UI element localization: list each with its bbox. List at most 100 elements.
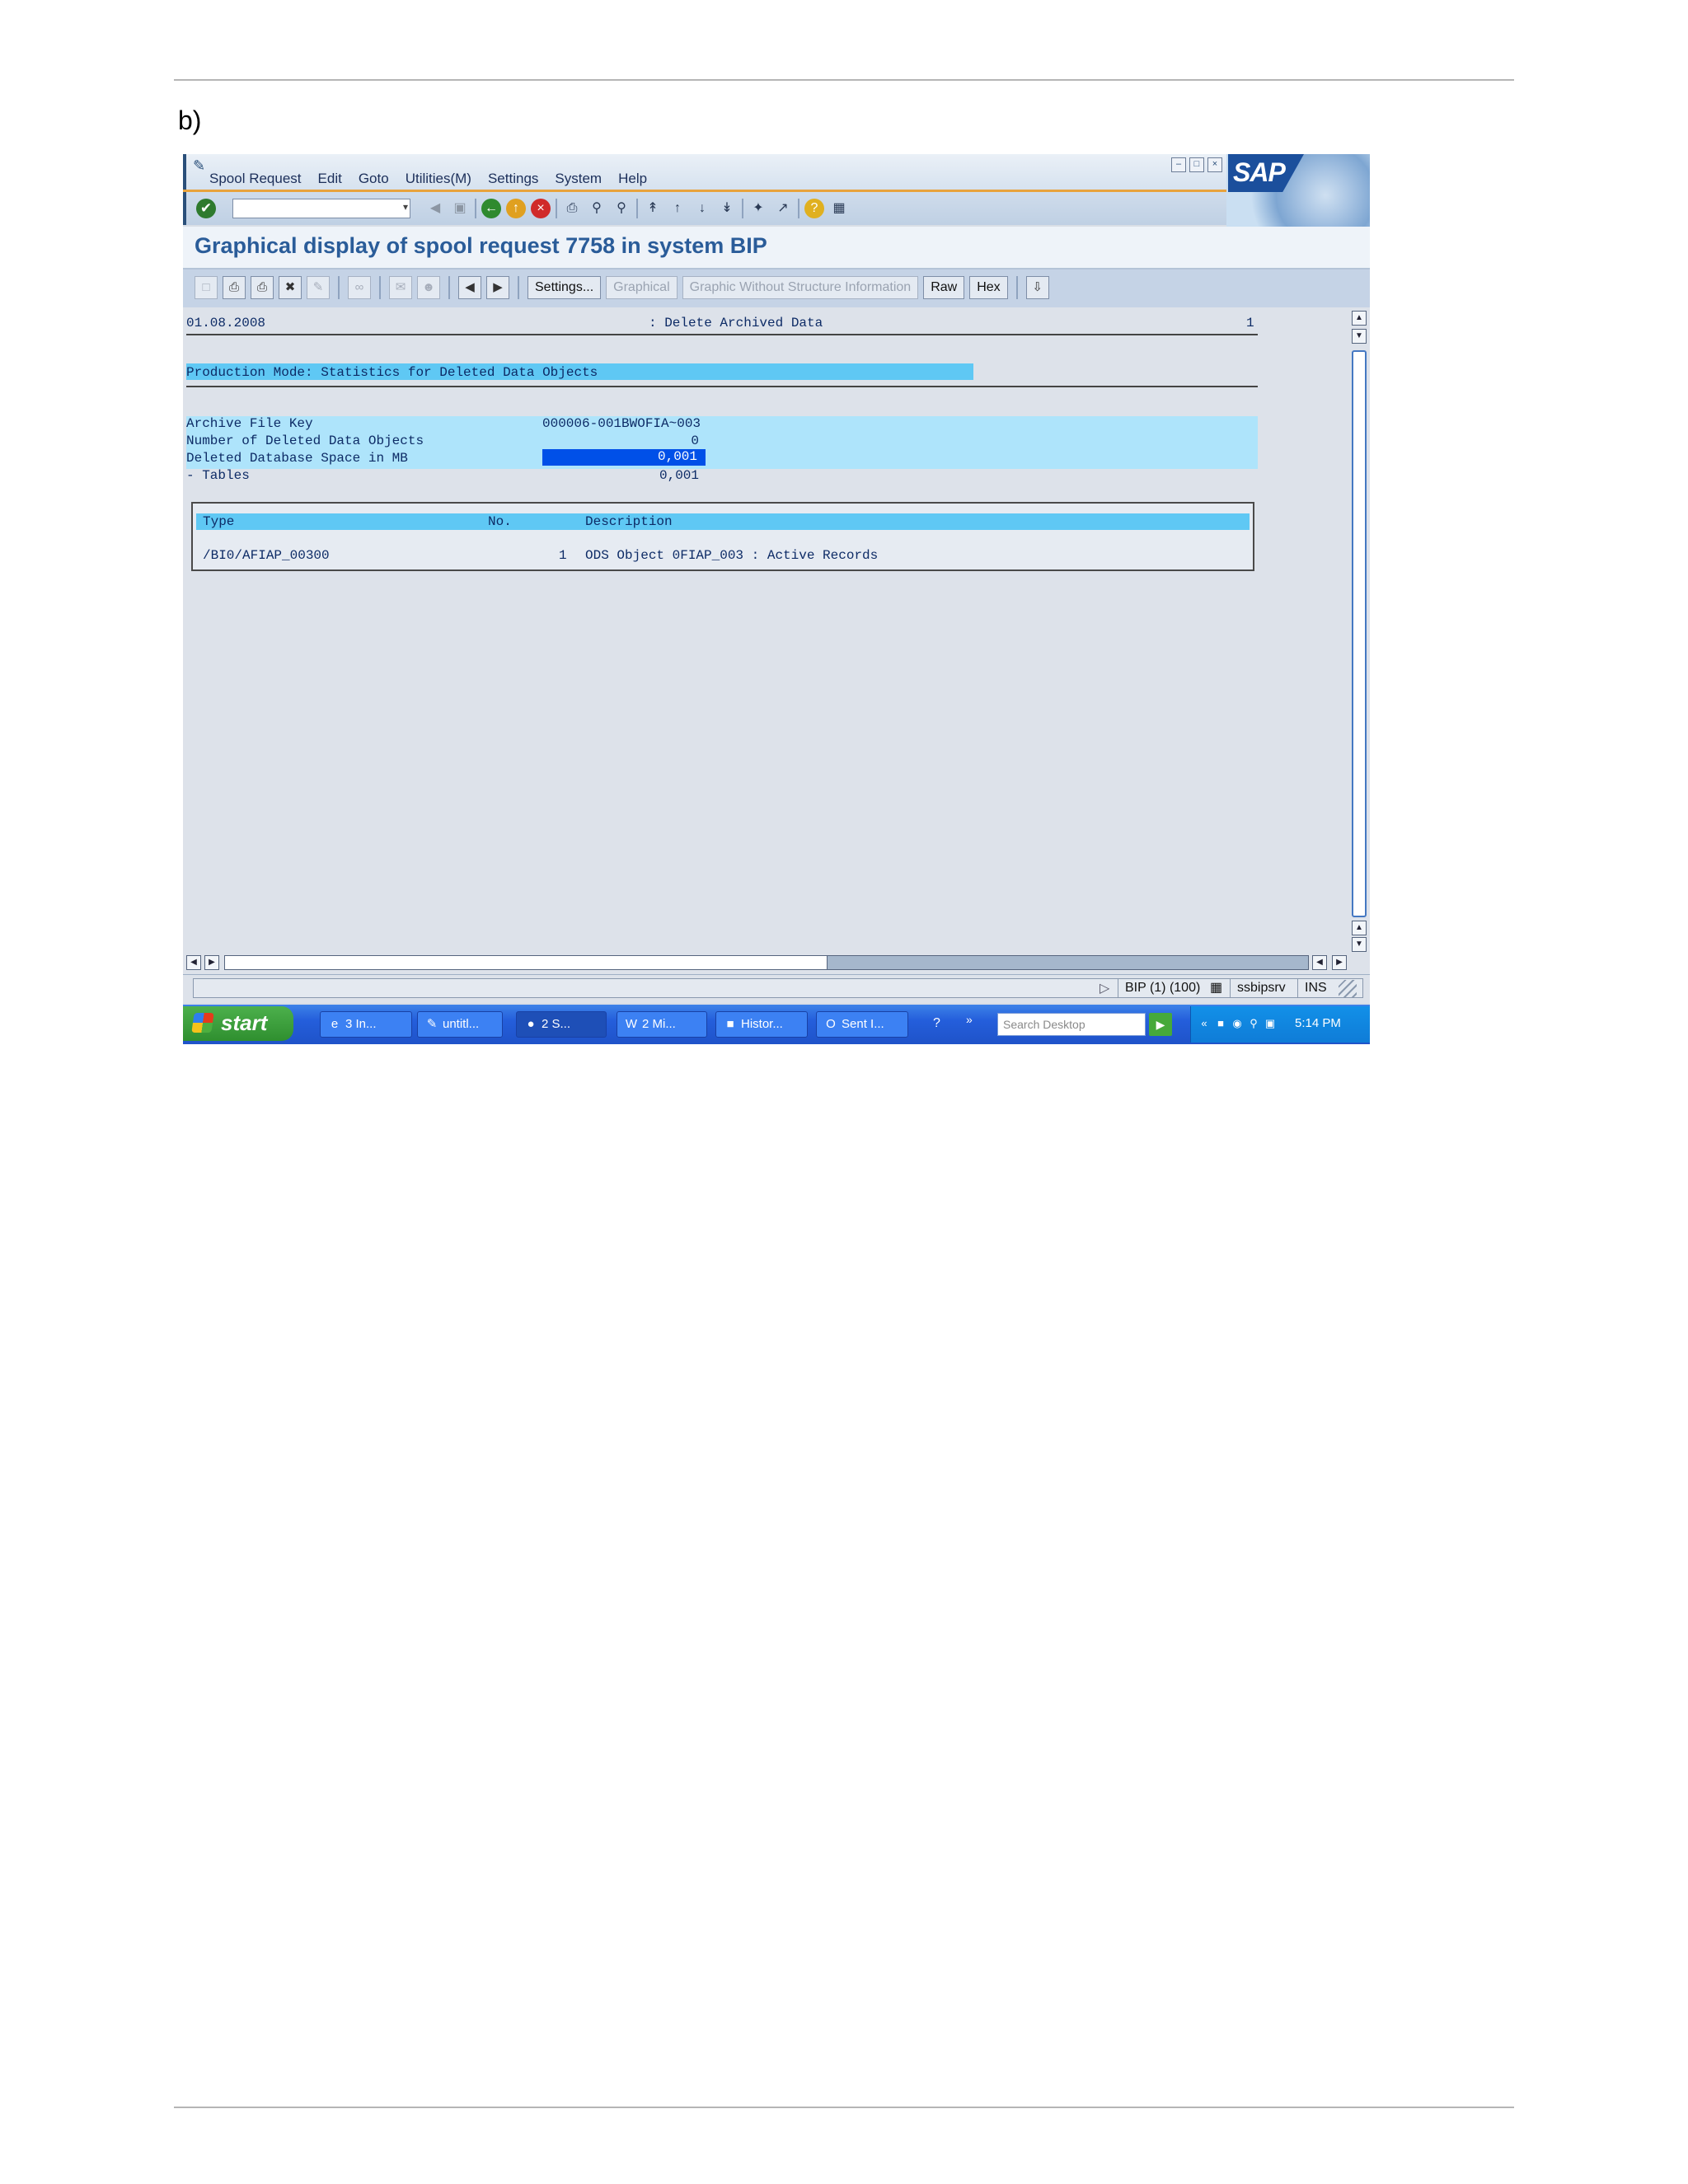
menu-spool-request[interactable]: Spool Request: [209, 171, 302, 187]
tray-search-icon[interactable]: ⚲: [1247, 1016, 1260, 1031]
display-options-icon[interactable]: ∞: [348, 276, 371, 299]
status-mode: INS: [1297, 978, 1327, 998]
delete-icon[interactable]: ✖: [279, 276, 302, 299]
quicklaunch-chevron-icon[interactable]: »: [966, 1013, 973, 1026]
graphic-without-structure-button[interactable]: Graphic Without Structure Information: [682, 276, 919, 299]
taskbar-item[interactable]: ✎ untitl...: [417, 1011, 503, 1038]
print-icon[interactable]: ⎙: [562, 199, 582, 218]
toolbar-separator: [518, 276, 519, 299]
raw-button[interactable]: Raw: [923, 276, 965, 299]
scroll-right-end-icon[interactable]: ▶: [1332, 955, 1347, 970]
toolbar-separator: [338, 276, 340, 299]
first-page-icon[interactable]: ↟: [643, 199, 663, 218]
print-directly-icon[interactable]: ⎙: [223, 276, 246, 299]
scroll-down-icon[interactable]: ▲: [1352, 921, 1367, 935]
scroll-top-icon[interactable]: ▲: [1352, 311, 1367, 326]
column-header-no: No.: [488, 514, 512, 529]
prev-arrow-icon[interactable]: ◀: [425, 199, 445, 218]
taskbar-item-label: 3 In...: [345, 1017, 377, 1031]
toolbar-separator: [556, 199, 557, 218]
display-icon[interactable]: □: [195, 276, 218, 299]
status-expand-icon[interactable]: ▷: [1100, 980, 1109, 996]
graphical-button[interactable]: Graphical: [606, 276, 678, 299]
settings-button[interactable]: Settings...: [528, 276, 602, 299]
stat-value: 0,001: [659, 468, 699, 483]
taskbar-item-label: 2 Mi...: [642, 1017, 676, 1031]
help-tray-icon[interactable]: ?: [933, 1016, 940, 1031]
menu-system[interactable]: System: [555, 171, 602, 187]
tray-monitor-icon[interactable]: ▣: [1264, 1016, 1277, 1031]
sap-logo-text: SAP: [1233, 157, 1286, 187]
start-button[interactable]: start: [183, 1006, 293, 1041]
next-page-icon[interactable]: ↓: [692, 199, 712, 218]
taskbar-item[interactable]: ● 2 S...: [516, 1011, 607, 1038]
spool-attributes-icon[interactable]: ✎: [307, 276, 330, 299]
previous-page-icon[interactable]: ↑: [668, 199, 687, 218]
command-field[interactable]: ▾: [232, 199, 410, 218]
search-desktop-input[interactable]: Search Desktop: [997, 1013, 1146, 1036]
maximize-icon[interactable]: □: [1189, 157, 1204, 172]
previous-icon[interactable]: ◀: [458, 276, 481, 299]
taskbar-item[interactable]: O Sent I...: [816, 1011, 908, 1038]
taskbar-item[interactable]: ■ Histor...: [715, 1011, 808, 1038]
last-page-icon[interactable]: ↡: [717, 199, 737, 218]
tray-chevron-icon[interactable]: «: [1198, 1016, 1211, 1031]
enter-check-icon[interactable]: ✔: [196, 199, 216, 218]
find-icon[interactable]: ⚲: [587, 199, 607, 218]
menu-bar: ✎ Spool Request Edit Goto Utilities(M) S…: [183, 154, 1370, 190]
menu-help[interactable]: Help: [618, 171, 647, 187]
taskbar-item-label: Sent I...: [842, 1017, 884, 1031]
tray-icons: « ■ ◉ ⚲ ▣: [1198, 1016, 1277, 1031]
toolbar-separator: [475, 199, 476, 218]
status-server: ssbipsrv: [1230, 978, 1286, 998]
column-header-description: Description: [585, 514, 673, 529]
selected-stat-value[interactable]: 0,001: [542, 449, 706, 466]
find-next-icon[interactable]: ⚲: [612, 199, 631, 218]
menu-utilities[interactable]: Utilities(M): [406, 171, 471, 187]
send-icon[interactable]: ✉: [389, 276, 412, 299]
deleted-objects-table: Type No. Description /BI0/AFIAP_00300 1 …: [191, 502, 1254, 571]
print-with-changes-icon[interactable]: ⎙: [251, 276, 274, 299]
scroll-left-end-icon[interactable]: ◀: [1312, 955, 1327, 970]
taskbar-item[interactable]: e 3 In...: [320, 1011, 412, 1038]
scroll-right-icon[interactable]: ▶: [204, 955, 219, 970]
horizontal-scrollbar[interactable]: ◀ ▶ ◀ ▶: [183, 953, 1370, 974]
new-session-icon[interactable]: ✦: [748, 199, 768, 218]
cancel-icon[interactable]: ×: [531, 199, 551, 218]
tray-app-icon[interactable]: ■: [1214, 1016, 1227, 1031]
menu-goto[interactable]: Goto: [359, 171, 389, 187]
hex-button[interactable]: Hex: [969, 276, 1008, 299]
back-icon[interactable]: ←: [481, 199, 501, 218]
paint-icon: ✎: [426, 1017, 438, 1031]
layout-menu-icon[interactable]: ▦: [829, 199, 849, 218]
taskbar-item[interactable]: W 2 Mi...: [617, 1011, 707, 1038]
horizontal-scroll-thumb[interactable]: [225, 956, 828, 969]
exit-icon[interactable]: ↑: [506, 199, 526, 218]
status-system-icon[interactable]: ▦: [1210, 978, 1222, 998]
download-icon[interactable]: ⇩: [1025, 276, 1049, 299]
command-history-icon[interactable]: ▾: [403, 201, 408, 213]
shortcut-icon[interactable]: ↗: [773, 199, 793, 218]
save-icon[interactable]: ▣: [450, 199, 470, 218]
system-menu-icon[interactable]: ✎: [193, 157, 205, 175]
help-icon[interactable]: ?: [804, 199, 824, 218]
vertical-scroll-thumb[interactable]: [1352, 350, 1367, 917]
vertical-scrollbar[interactable]: ▲ ▼ ▲ ▼: [1349, 307, 1370, 953]
next-icon[interactable]: ▶: [486, 276, 509, 299]
page-bottom-rule: [174, 2107, 1514, 2108]
search-go-icon[interactable]: ▶: [1149, 1013, 1172, 1036]
horizontal-scroll-track[interactable]: [224, 955, 1309, 970]
menu-edit[interactable]: Edit: [318, 171, 342, 187]
status-system: BIP (1) (100): [1118, 978, 1200, 998]
scroll-left-icon[interactable]: ◀: [186, 955, 201, 970]
scroll-bottom-icon[interactable]: ▼: [1352, 937, 1367, 952]
minimize-icon[interactable]: –: [1171, 157, 1186, 172]
menu-settings[interactable]: Settings: [488, 171, 538, 187]
tray-network-icon[interactable]: ◉: [1231, 1016, 1244, 1031]
taskbar-item-label: 2 S...: [542, 1017, 571, 1031]
close-icon[interactable]: ×: [1207, 157, 1222, 172]
resize-grip-icon[interactable]: [1339, 980, 1357, 998]
recipient-icon[interactable]: ☻: [417, 276, 440, 299]
folder-icon: ■: [726, 1017, 734, 1031]
scroll-up-icon[interactable]: ▼: [1352, 329, 1367, 344]
